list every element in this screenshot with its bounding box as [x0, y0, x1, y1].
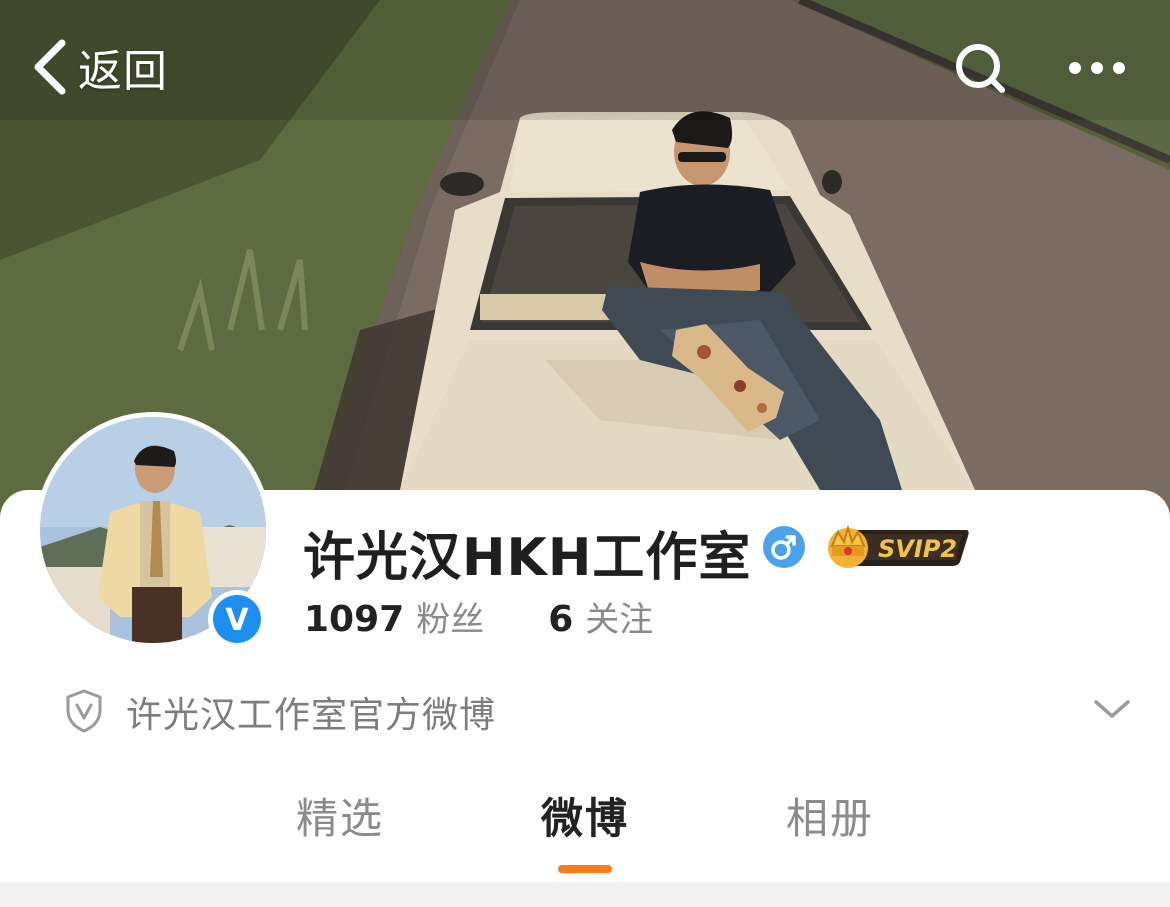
back-label: 返回 — [78, 46, 168, 97]
following-count[interactable]: 6 — [548, 599, 573, 640]
profile-stats: 1097 粉丝 6 关注 — [304, 592, 653, 644]
followers-label[interactable]: 粉丝 — [416, 592, 484, 641]
more-button[interactable] — [1058, 40, 1136, 96]
back-button[interactable]: 返回 — [28, 32, 168, 102]
search-button[interactable] — [946, 36, 1014, 100]
verified-badge-icon: V — [208, 590, 266, 648]
profile-description: 许光汉工作室官方微博 — [126, 695, 497, 736]
active-tab-indicator — [558, 865, 612, 873]
followers-count[interactable]: 1097 — [304, 599, 404, 640]
svip-badge[interactable]: SVIP2 — [820, 520, 970, 570]
tab-featured[interactable]: 精选 — [280, 785, 400, 855]
section-divider — [0, 882, 1170, 907]
male-icon — [763, 526, 805, 568]
tab-weibo[interactable]: 微博 — [525, 785, 645, 855]
chevron-down-icon[interactable] — [1092, 694, 1132, 724]
tab-album[interactable]: 相册 — [770, 785, 890, 855]
following-label[interactable]: 关注 — [585, 592, 653, 641]
profile-name: 许光汉HKH工作室 — [303, 528, 752, 588]
profile-tabs: 精选 微博 相册 — [0, 785, 1170, 880]
svg-text:V: V — [225, 603, 249, 638]
more-dots-icon — [1069, 62, 1125, 74]
profile-description-row[interactable]: 许光汉工作室官方微博 — [60, 680, 1140, 744]
shield-verified-icon — [66, 689, 102, 733]
top-navigation-bar: 返回 — [0, 0, 1170, 130]
chevron-left-icon — [34, 39, 66, 95]
svg-text:SVIP2: SVIP2 — [878, 535, 957, 563]
search-icon — [956, 44, 1005, 93]
